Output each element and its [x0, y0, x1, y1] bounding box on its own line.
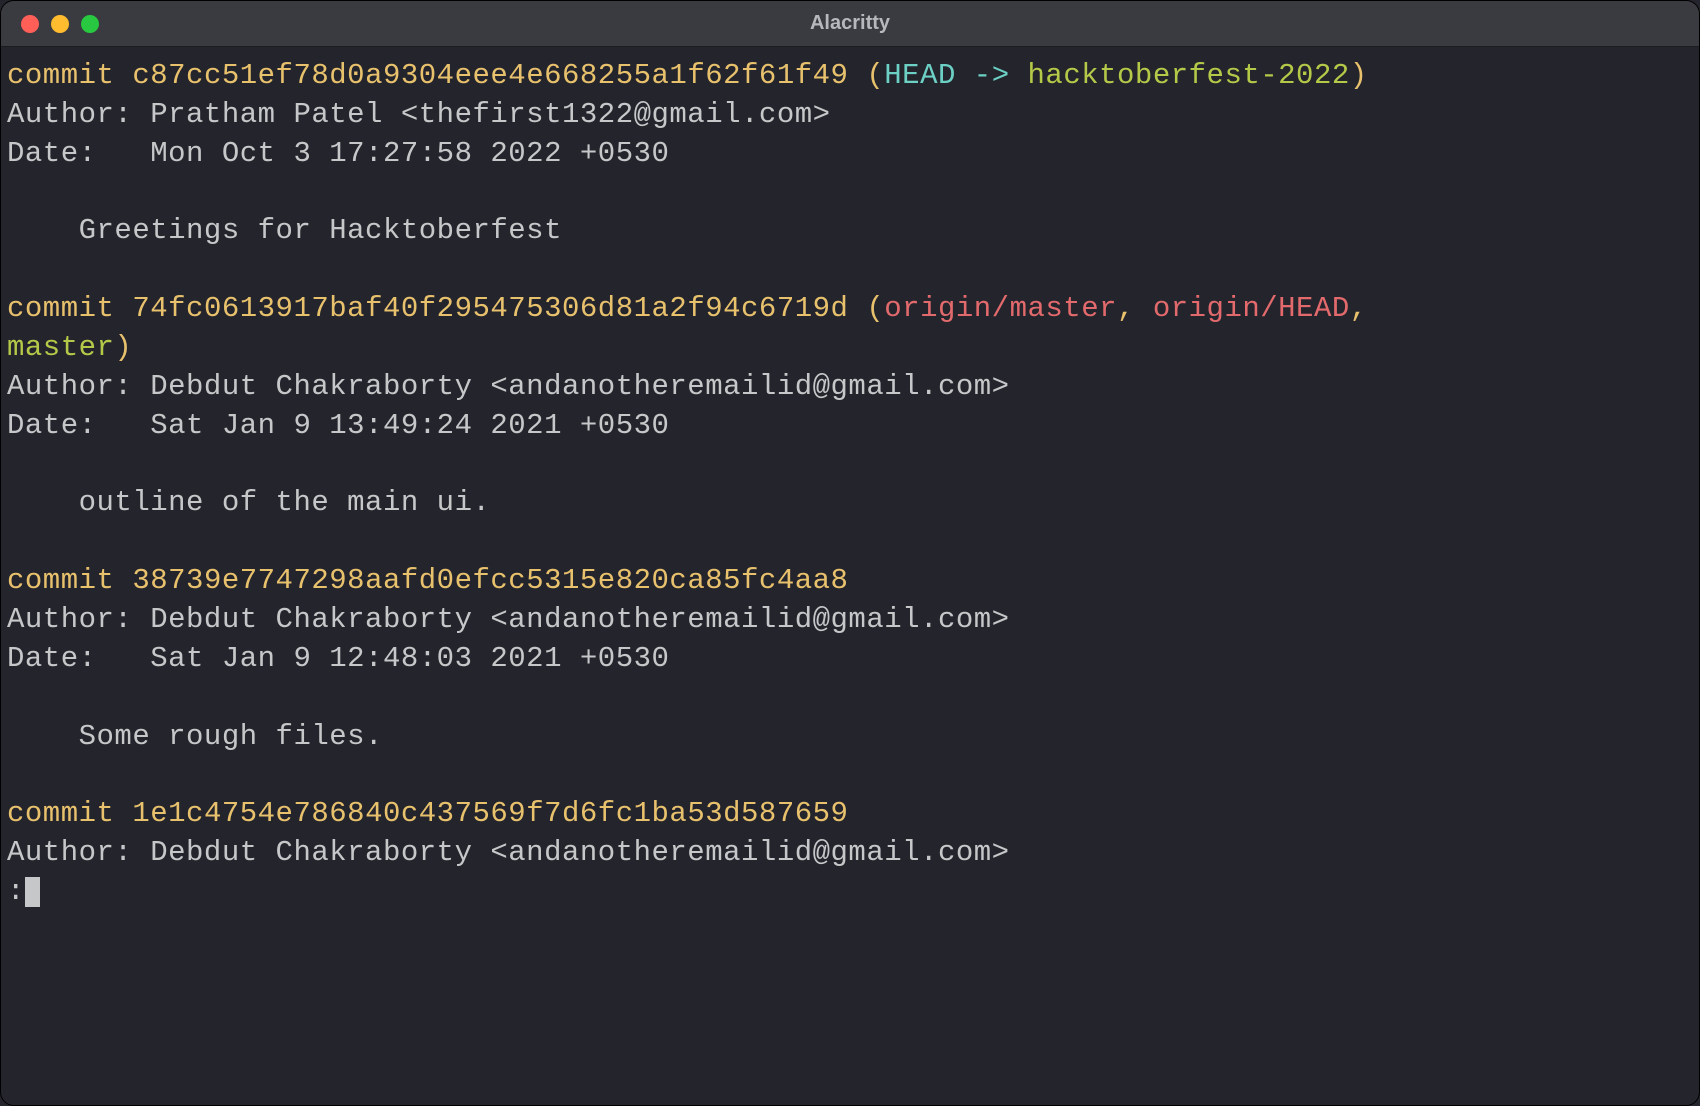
zoom-icon[interactable] — [81, 15, 99, 33]
ref-head: HEAD — [884, 59, 956, 92]
author-line: Author: Pratham Patel <thefirst1322@gmai… — [7, 98, 831, 131]
refs-sep: , — [1117, 292, 1153, 325]
commit-hash: c87cc51ef78d0a9304eee4e668255a1f62f61f49 — [132, 59, 848, 92]
ref-remote: origin/master — [884, 292, 1117, 325]
window-title: Alacritty — [1, 12, 1699, 35]
commit-word: commit — [7, 292, 132, 325]
commit-word: commit — [7, 59, 132, 92]
terminal-content[interactable]: commit c87cc51ef78d0a9304eee4e668255a1f6… — [1, 47, 1699, 1105]
commit-message: Some rough files. — [7, 720, 383, 753]
refs-close: ) — [114, 331, 132, 364]
refs-close: ) — [1350, 59, 1368, 92]
date-line: Date: Sat Jan 9 13:49:24 2021 +0530 — [7, 409, 669, 442]
commit-message: outline of the main ui. — [7, 486, 490, 519]
author-line: Author: Debdut Chakraborty <andanotherem… — [7, 836, 1010, 869]
titlebar: Alacritty — [1, 1, 1699, 47]
ref-arrow: -> — [956, 59, 1028, 92]
commit-word: commit — [7, 797, 132, 830]
commit-hash: 74fc0613917baf40f295475306d81a2f94c6719d — [132, 292, 848, 325]
refs-open: ( — [848, 59, 884, 92]
terminal-window: Alacritty commit c87cc51ef78d0a9304eee4e… — [0, 0, 1700, 1106]
commit-hash: 1e1c4754e786840c437569f7d6fc1ba53d587659 — [132, 797, 848, 830]
date-line: Date: Sat Jan 9 12:48:03 2021 +0530 — [7, 642, 669, 675]
author-line: Author: Debdut Chakraborty <andanotherem… — [7, 603, 1010, 636]
ref-branch: master — [7, 331, 114, 364]
cursor-icon — [25, 877, 40, 907]
refs-sep: , — [1350, 292, 1386, 325]
minimize-icon[interactable] — [51, 15, 69, 33]
close-icon[interactable] — [21, 15, 39, 33]
ref-remote: origin/HEAD — [1153, 292, 1350, 325]
commit-hash: 38739e7747298aafd0efcc5315e820ca85fc4aa8 — [132, 564, 848, 597]
traffic-lights — [1, 15, 99, 33]
refs-open: ( — [848, 292, 884, 325]
commit-word: commit — [7, 564, 132, 597]
pager-prompt[interactable]: : — [7, 873, 25, 912]
ref-branch: hacktoberfest-2022 — [1028, 59, 1350, 92]
date-line: Date: Mon Oct 3 17:27:58 2022 +0530 — [7, 137, 669, 170]
author-line: Author: Debdut Chakraborty <andanotherem… — [7, 370, 1010, 403]
commit-message: Greetings for Hacktoberfest — [7, 214, 562, 247]
